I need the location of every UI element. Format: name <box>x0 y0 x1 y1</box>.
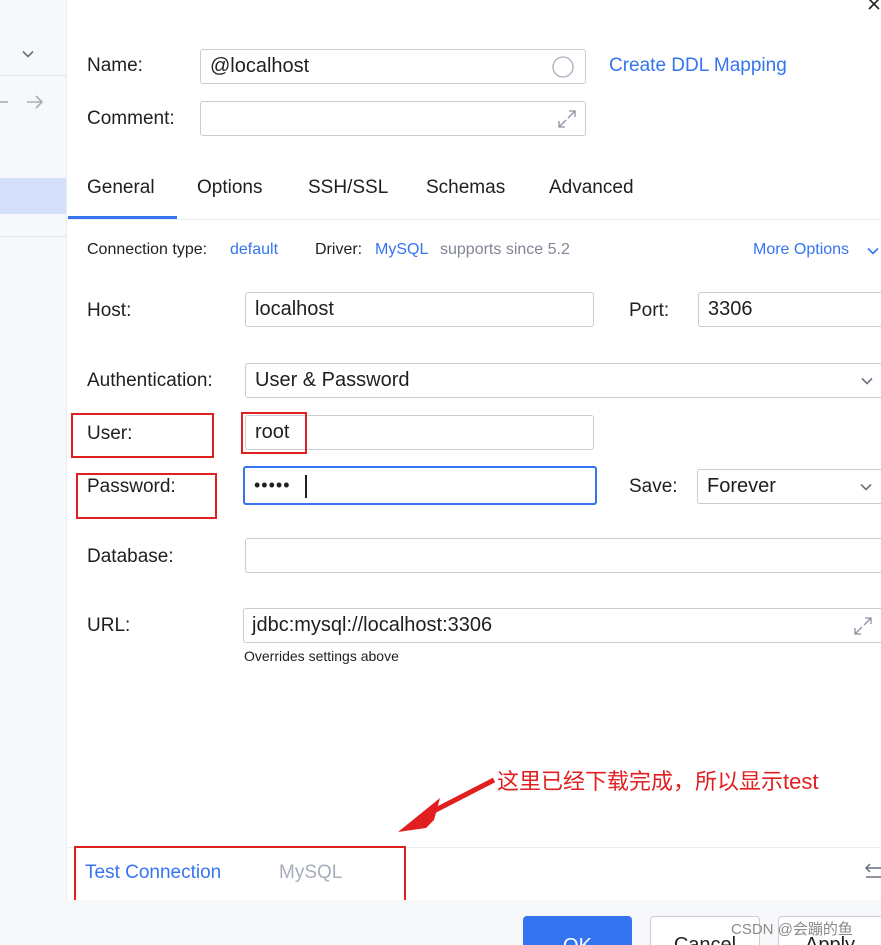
comment-label: Comment: <box>87 108 175 129</box>
expand-icon[interactable] <box>852 615 874 637</box>
driver-link[interactable]: MySQL <box>375 241 428 259</box>
password-input-value: ••••• <box>254 475 291 495</box>
highlight-user-label <box>71 413 214 458</box>
highlight-user-value <box>241 412 307 454</box>
ok-button-label: OK <box>563 935 592 945</box>
port-label: Port: <box>629 300 670 321</box>
tab-general[interactable]: General <box>87 177 155 199</box>
ok-button[interactable]: OK <box>523 916 632 945</box>
tab-bar: General Options SSH/SSL Schemas Advanced <box>68 165 881 220</box>
sidebar-selected-item[interactable] <box>0 178 66 214</box>
highlight-password-label <box>76 473 217 519</box>
url-input[interactable]: jdbc:mysql://localhost:3306 <box>243 608 881 643</box>
watermark: CSDN @会蹦的鱼 <box>731 921 853 938</box>
password-input[interactable]: ••••• <box>243 466 597 505</box>
tab-schemas[interactable]: Schemas <box>426 177 505 199</box>
text-cursor <box>305 475 307 498</box>
back-arrow-icon[interactable] <box>0 94 10 110</box>
url-label: URL: <box>87 615 131 636</box>
host-label: Host: <box>87 300 132 321</box>
highlight-test-connection <box>74 846 406 902</box>
save-select-value: Forever <box>707 475 776 497</box>
host-input-value: localhost <box>255 298 334 320</box>
database-input[interactable] <box>245 538 881 573</box>
connection-type-link[interactable]: default <box>230 241 278 259</box>
tab-ssh-ssl[interactable]: SSH/SSL <box>308 177 388 199</box>
port-input-value: 3306 <box>708 298 753 320</box>
active-tab-indicator <box>68 216 177 219</box>
tab-options[interactable]: Options <box>197 177 262 199</box>
annotation-text: 这里已经下载完成，所以显示test <box>497 769 819 794</box>
create-ddl-mapping-link[interactable]: Create DDL Mapping <box>609 55 787 77</box>
name-input-value: @localhost <box>210 55 310 77</box>
host-input[interactable]: localhost <box>245 292 594 327</box>
database-label: Database: <box>87 546 174 567</box>
chevron-down-icon[interactable] <box>866 244 880 258</box>
chevron-down-icon[interactable] <box>21 47 35 61</box>
url-hint: Overrides settings above <box>244 648 399 664</box>
forward-arrow-icon[interactable] <box>25 93 45 111</box>
close-icon[interactable] <box>866 0 881 12</box>
chevron-down-icon[interactable] <box>859 480 873 494</box>
driver-note: supports since 5.2 <box>440 241 570 258</box>
connection-type-label: Connection type: <box>87 241 208 258</box>
url-input-value: jdbc:mysql://localhost:3306 <box>252 614 493 636</box>
cancel-button-label: Cancel <box>673 934 737 945</box>
port-input[interactable]: 3306 <box>698 292 881 327</box>
tab-advanced[interactable]: Advanced <box>549 177 634 199</box>
expand-icon[interactable] <box>556 108 578 130</box>
save-select[interactable]: Forever <box>697 469 881 504</box>
annotation-arrow-icon <box>398 777 496 832</box>
authentication-label: Authentication: <box>87 370 213 391</box>
authentication-select[interactable]: User & Password <box>245 363 881 398</box>
sidebar-divider <box>0 236 66 237</box>
save-label: Save: <box>629 476 678 497</box>
chevron-down-icon[interactable] <box>860 374 874 388</box>
sidebar-divider <box>0 75 66 76</box>
more-options-link[interactable]: More Options <box>753 241 849 259</box>
name-label: Name: <box>87 55 143 76</box>
datasource-sidebar <box>0 0 67 945</box>
driver-label: Driver: <box>315 241 363 258</box>
collapse-icon[interactable] <box>863 862 881 880</box>
name-input[interactable]: @localhost <box>200 49 586 84</box>
color-picker-icon[interactable] <box>552 56 574 78</box>
comment-input[interactable] <box>200 101 586 136</box>
authentication-select-value: User & Password <box>255 369 410 391</box>
